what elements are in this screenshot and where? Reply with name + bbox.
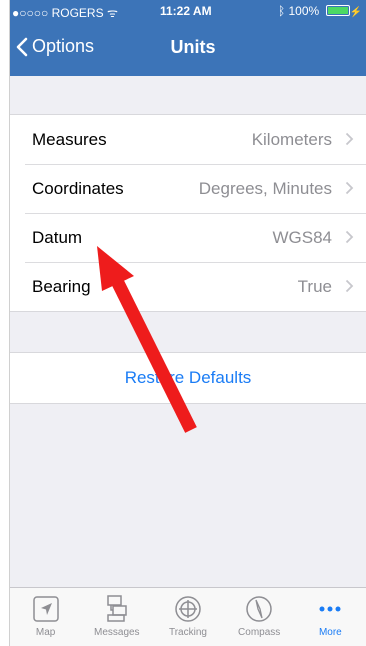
tab-more[interactable]: More xyxy=(297,588,363,646)
setting-value: Kilometers xyxy=(251,129,332,149)
tab-bar: Map Messages Tracking Compass More xyxy=(10,587,366,646)
page-title: Units xyxy=(170,37,216,57)
chevron-right-icon xyxy=(345,181,354,195)
setting-value: Degrees, Minutes xyxy=(198,178,332,198)
chevron-right-icon xyxy=(345,230,354,244)
phone-screen: ●○○○○ ROGERS ᯤ 11:22 AM ᛒ 100% ⚡ Options… xyxy=(9,0,366,646)
tab-label: Map xyxy=(35,627,56,638)
setting-value: True xyxy=(297,276,332,296)
status-time: 11:22 AM xyxy=(160,4,212,18)
status-bar: ●○○○○ ROGERS ᯤ 11:22 AM ᛒ 100% ⚡ xyxy=(10,0,366,22)
settings-row-coordinates[interactable]: Coordinates Degrees, Minutes xyxy=(10,164,366,213)
restore-section: Restore Defaults xyxy=(10,352,366,404)
tab-messages[interactable]: Messages xyxy=(84,588,150,646)
tab-label: Messages xyxy=(93,627,140,638)
tab-map[interactable]: Map xyxy=(13,588,79,646)
wifi-icon: ᯤ xyxy=(106,6,118,20)
messages-icon xyxy=(107,595,127,622)
setting-label: Bearing xyxy=(32,276,91,296)
chevron-right-icon xyxy=(345,279,354,293)
carrier-signal: ●○○○○ ROGERS ᯤ xyxy=(12,6,118,20)
restore-defaults-button[interactable]: Restore Defaults xyxy=(10,353,366,403)
tab-label: Compass xyxy=(238,627,281,638)
battery-status: ᛒ 100% ⚡ xyxy=(278,4,362,18)
charging-icon: ⚡ xyxy=(349,7,362,18)
setting-label: Measures xyxy=(32,129,107,149)
compass-icon xyxy=(246,596,272,622)
top-bar: ●○○○○ ROGERS ᯤ 11:22 AM ᛒ 100% ⚡ Options… xyxy=(10,0,366,76)
more-icon xyxy=(319,606,341,612)
setting-label: Coordinates xyxy=(32,178,124,198)
battery-percent: 100% xyxy=(288,4,320,18)
tab-label: More xyxy=(318,627,342,638)
tab-label: Tracking xyxy=(168,627,207,638)
setting-value: WGS84 xyxy=(272,227,332,247)
tab-compass[interactable]: Compass xyxy=(226,588,292,646)
battery-icon xyxy=(325,5,350,16)
tab-tracking[interactable]: Tracking xyxy=(155,588,221,646)
settings-row-measures[interactable]: Measures Kilometers xyxy=(10,115,366,164)
setting-label: Datum xyxy=(32,227,83,247)
navigation-bar: Options Units xyxy=(10,22,366,76)
chevron-right-icon xyxy=(345,132,354,146)
bluetooth-icon: ᛒ xyxy=(277,4,286,18)
settings-row-datum[interactable]: Datum WGS84 xyxy=(10,213,366,262)
settings-list: Measures Kilometers Coordinates Degrees,… xyxy=(10,114,366,312)
settings-row-bearing[interactable]: Bearing True xyxy=(10,262,366,311)
tracking-icon xyxy=(175,596,201,622)
map-icon xyxy=(32,596,59,622)
